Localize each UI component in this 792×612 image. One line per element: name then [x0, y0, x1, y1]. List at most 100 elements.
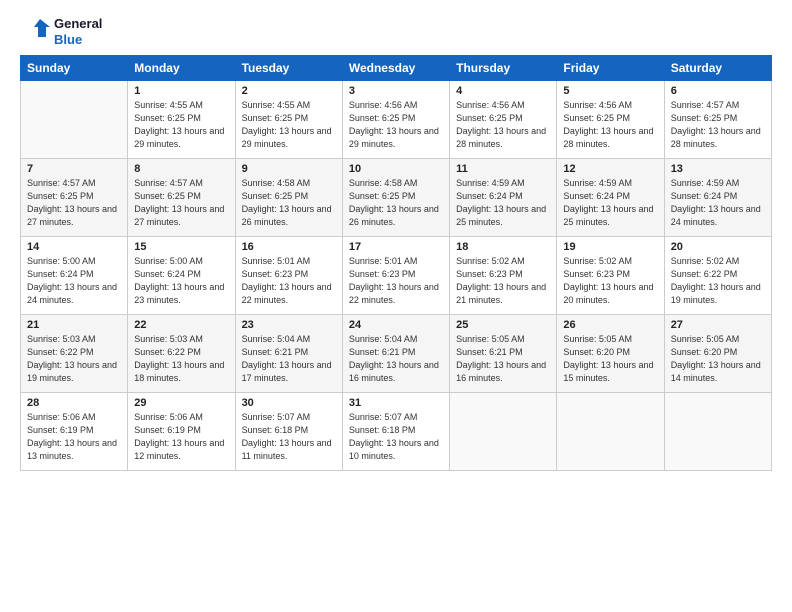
day-info: Sunrise: 5:06 AM Sunset: 6:19 PM Dayligh…: [27, 411, 121, 463]
day-number: 5: [563, 85, 657, 97]
day-info: Sunrise: 4:59 AM Sunset: 6:24 PM Dayligh…: [456, 177, 550, 229]
logo: General Blue: [20, 16, 102, 47]
calendar-cell: 12 Sunrise: 4:59 AM Sunset: 6:24 PM Dayli…: [557, 159, 664, 237]
day-info: Sunrise: 4:57 AM Sunset: 6:25 PM Dayligh…: [134, 177, 228, 229]
day-number: 28: [27, 397, 121, 409]
calendar-cell: [21, 81, 128, 159]
col-header-monday: Monday: [128, 56, 235, 81]
day-number: 27: [671, 319, 765, 331]
day-info: Sunrise: 5:07 AM Sunset: 6:18 PM Dayligh…: [349, 411, 443, 463]
calendar-cell: 16Sunrise: 5:01 AM Sunset: 6:23 PM Dayli…: [235, 237, 342, 315]
logo-bird-icon: [20, 17, 50, 47]
day-info: Sunrise: 4:59 AM Sunset: 6:24 PM Dayligh…: [671, 177, 765, 229]
calendar-cell: 29Sunrise: 5:06 AM Sunset: 6:19 PM Dayli…: [128, 393, 235, 471]
day-info: Sunrise: 4:59 AM Sunset: 6:24 PM Dayligh…: [563, 177, 657, 229]
day-number: 8: [134, 163, 228, 175]
day-number: 14: [27, 241, 121, 253]
calendar-cell: 14 Sunrise: 5:00 AM Sunset: 6:24 PM Dayli…: [21, 237, 128, 315]
calendar-cell: 30 Sunrise: 5:07 AM Sunset: 6:18 PM Dayli…: [235, 393, 342, 471]
day-info: Sunrise: 5:01 AM Sunset: 6:23 PM Dayligh…: [349, 255, 443, 307]
calendar-cell: 23 Sunrise: 5:04 AM Sunset: 6:21 PM Dayli…: [235, 315, 342, 393]
day-number: 18: [456, 241, 550, 253]
day-number: 23: [242, 319, 336, 331]
calendar-cell: 9Sunrise: 4:58 AM Sunset: 6:25 PM Daylig…: [235, 159, 342, 237]
day-number: 15: [134, 241, 228, 253]
logo-blue: Blue: [54, 32, 102, 48]
day-number: 13: [671, 163, 765, 175]
calendar-cell: 6 Sunrise: 4:57 AM Sunset: 6:25 PM Daylig…: [664, 81, 771, 159]
calendar-week-5: 28 Sunrise: 5:06 AM Sunset: 6:19 PM Dayli…: [21, 393, 772, 471]
day-info: Sunrise: 4:56 AM Sunset: 6:25 PM Dayligh…: [456, 99, 550, 151]
day-number: 25: [456, 319, 550, 331]
day-info: Sunrise: 4:57 AM Sunset: 6:25 PM Dayligh…: [27, 177, 121, 229]
logo-general: General: [54, 16, 102, 32]
calendar-cell: 4 Sunrise: 4:56 AM Sunset: 6:25 PM Daylig…: [450, 81, 557, 159]
calendar-cell: [557, 393, 664, 471]
calendar-cell: 3 Sunrise: 4:56 AM Sunset: 6:25 PM Daylig…: [342, 81, 449, 159]
day-info: Sunrise: 5:00 AM Sunset: 6:24 PM Dayligh…: [27, 255, 121, 307]
day-info: Sunrise: 5:05 AM Sunset: 6:20 PM Dayligh…: [563, 333, 657, 385]
day-number: 7: [27, 163, 121, 175]
calendar-cell: 2 Sunrise: 4:55 AM Sunset: 6:25 PM Daylig…: [235, 81, 342, 159]
day-info: Sunrise: 5:00 AM Sunset: 6:24 PM Dayligh…: [134, 255, 228, 307]
calendar-week-4: 21Sunrise: 5:03 AM Sunset: 6:22 PM Dayli…: [21, 315, 772, 393]
day-number: 4: [456, 85, 550, 97]
calendar-week-3: 14 Sunrise: 5:00 AM Sunset: 6:24 PM Dayli…: [21, 237, 772, 315]
day-info: Sunrise: 4:56 AM Sunset: 6:25 PM Dayligh…: [563, 99, 657, 151]
page-container: General Blue SundayMondayTuesdayWednesda…: [0, 0, 792, 481]
col-header-wednesday: Wednesday: [342, 56, 449, 81]
day-number: 20: [671, 241, 765, 253]
col-header-friday: Friday: [557, 56, 664, 81]
header: General Blue: [20, 16, 772, 47]
day-number: 2: [242, 85, 336, 97]
day-info: Sunrise: 5:06 AM Sunset: 6:19 PM Dayligh…: [134, 411, 228, 463]
calendar-cell: 19Sunrise: 5:02 AM Sunset: 6:23 PM Dayli…: [557, 237, 664, 315]
calendar-cell: 11 Sunrise: 4:59 AM Sunset: 6:24 PM Dayli…: [450, 159, 557, 237]
day-number: 1: [134, 85, 228, 97]
calendar-table: SundayMondayTuesdayWednesdayThursdayFrid…: [20, 55, 772, 471]
day-info: Sunrise: 5:04 AM Sunset: 6:21 PM Dayligh…: [242, 333, 336, 385]
day-number: 17: [349, 241, 443, 253]
calendar-cell: 26 Sunrise: 5:05 AM Sunset: 6:20 PM Dayli…: [557, 315, 664, 393]
day-number: 26: [563, 319, 657, 331]
day-info: Sunrise: 5:04 AM Sunset: 6:21 PM Dayligh…: [349, 333, 443, 385]
day-number: 3: [349, 85, 443, 97]
calendar-cell: 22 Sunrise: 5:03 AM Sunset: 6:22 PM Dayli…: [128, 315, 235, 393]
col-header-sunday: Sunday: [21, 56, 128, 81]
calendar-cell: 8 Sunrise: 4:57 AM Sunset: 6:25 PM Daylig…: [128, 159, 235, 237]
day-info: Sunrise: 4:56 AM Sunset: 6:25 PM Dayligh…: [349, 99, 443, 151]
calendar-cell: [450, 393, 557, 471]
col-header-tuesday: Tuesday: [235, 56, 342, 81]
logo-text-block: General Blue: [20, 16, 102, 47]
day-info: Sunrise: 5:03 AM Sunset: 6:22 PM Dayligh…: [134, 333, 228, 385]
calendar-cell: 15 Sunrise: 5:00 AM Sunset: 6:24 PM Dayli…: [128, 237, 235, 315]
day-number: 24: [349, 319, 443, 331]
calendar-cell: 7 Sunrise: 4:57 AM Sunset: 6:25 PM Daylig…: [21, 159, 128, 237]
calendar-cell: 17 Sunrise: 5:01 AM Sunset: 6:23 PM Dayli…: [342, 237, 449, 315]
day-number: 10: [349, 163, 443, 175]
day-info: Sunrise: 4:55 AM Sunset: 6:25 PM Dayligh…: [242, 99, 336, 151]
day-number: 30: [242, 397, 336, 409]
day-info: Sunrise: 4:58 AM Sunset: 6:25 PM Dayligh…: [242, 177, 336, 229]
calendar-cell: [664, 393, 771, 471]
day-info: Sunrise: 5:02 AM Sunset: 6:23 PM Dayligh…: [456, 255, 550, 307]
day-info: Sunrise: 5:03 AM Sunset: 6:22 PM Dayligh…: [27, 333, 121, 385]
calendar-cell: 24 Sunrise: 5:04 AM Sunset: 6:21 PM Dayli…: [342, 315, 449, 393]
col-header-saturday: Saturday: [664, 56, 771, 81]
calendar-cell: 27Sunrise: 5:05 AM Sunset: 6:20 PM Dayli…: [664, 315, 771, 393]
day-info: Sunrise: 5:01 AM Sunset: 6:23 PM Dayligh…: [242, 255, 336, 307]
calendar-cell: 18 Sunrise: 5:02 AM Sunset: 6:23 PM Dayli…: [450, 237, 557, 315]
day-number: 6: [671, 85, 765, 97]
calendar-cell: 31Sunrise: 5:07 AM Sunset: 6:18 PM Dayli…: [342, 393, 449, 471]
day-info: Sunrise: 4:57 AM Sunset: 6:25 PM Dayligh…: [671, 99, 765, 151]
calendar-week-2: 7 Sunrise: 4:57 AM Sunset: 6:25 PM Daylig…: [21, 159, 772, 237]
calendar-cell: 21Sunrise: 5:03 AM Sunset: 6:22 PM Dayli…: [21, 315, 128, 393]
day-number: 22: [134, 319, 228, 331]
calendar-cell: 5 Sunrise: 4:56 AM Sunset: 6:25 PM Daylig…: [557, 81, 664, 159]
calendar-cell: 10Sunrise: 4:58 AM Sunset: 6:25 PM Dayli…: [342, 159, 449, 237]
day-number: 12: [563, 163, 657, 175]
day-info: Sunrise: 5:07 AM Sunset: 6:18 PM Dayligh…: [242, 411, 336, 463]
header-row: SundayMondayTuesdayWednesdayThursdayFrid…: [21, 56, 772, 81]
col-header-thursday: Thursday: [450, 56, 557, 81]
day-number: 11: [456, 163, 550, 175]
